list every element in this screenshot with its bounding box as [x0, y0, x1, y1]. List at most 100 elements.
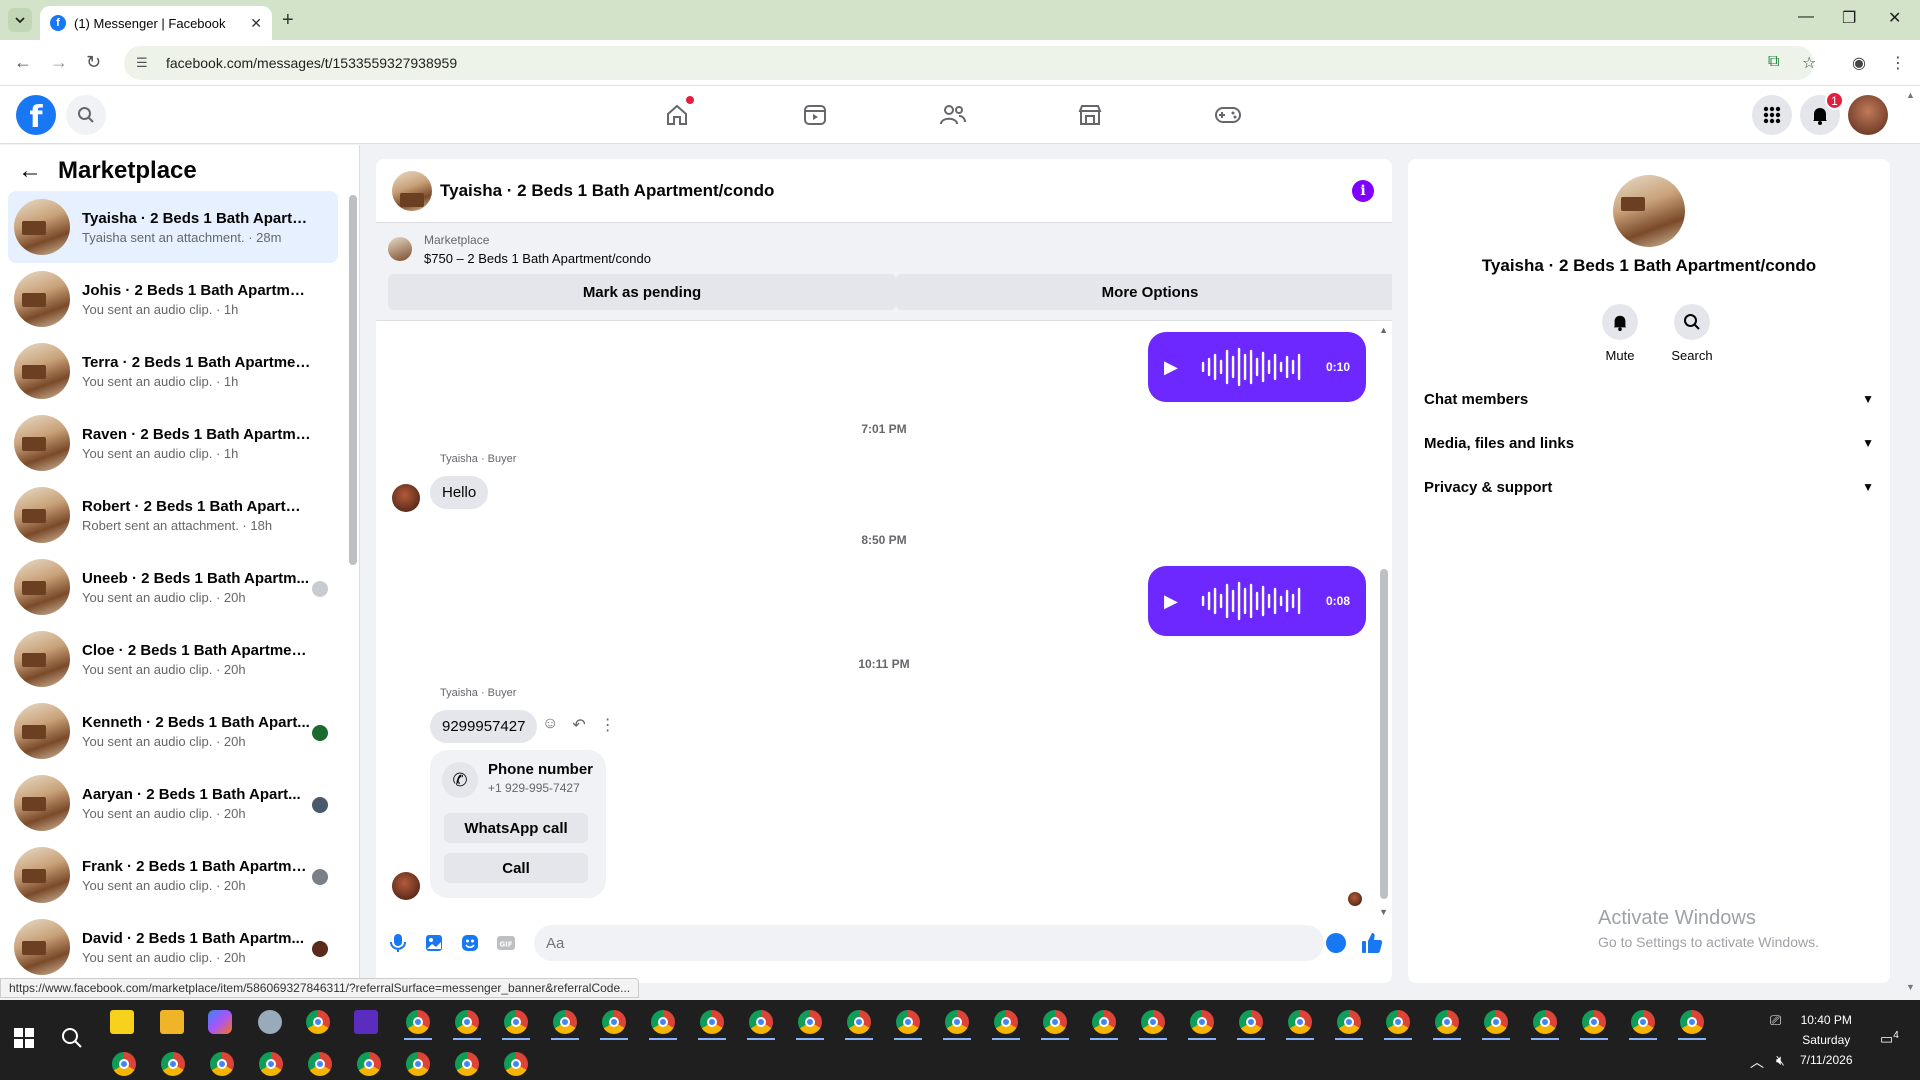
page-scroll-up-icon[interactable]: ▲ [1906, 90, 1916, 100]
scroll-up-arrow-icon[interactable]: ▲ [1379, 325, 1388, 335]
mark-as-pending-button[interactable]: Mark as pending [388, 274, 896, 310]
message-input[interactable] [534, 925, 1324, 961]
listing-thumbnail[interactable] [388, 237, 412, 261]
site-settings-icon[interactable]: ☰ [136, 55, 152, 71]
chrome-window-icon[interactable] [847, 1010, 871, 1034]
chrome-window-icon[interactable] [553, 1010, 577, 1034]
info-avatar[interactable] [1613, 175, 1685, 247]
windows-start-icon[interactable] [14, 1028, 34, 1048]
forward-icon[interactable]: → [50, 52, 68, 73]
chrome-icon[interactable] [306, 1010, 330, 1034]
sidebar-scrollbar[interactable] [349, 195, 357, 565]
notifications-button[interactable]: 1 [1800, 91, 1844, 135]
conversation-item[interactable]: Johis · 2 Beds 1 Bath Apartment/... You s… [8, 263, 338, 335]
chrome-window-icon[interactable] [1680, 1010, 1704, 1034]
call-button[interactable]: Call [444, 853, 588, 883]
nav-friends-button[interactable] [936, 98, 970, 132]
gif-button[interactable]: GIF [494, 931, 518, 955]
profile-icon[interactable]: ◉ [1852, 53, 1866, 73]
browser-menu-icon[interactable]: ⋮ [1890, 53, 1906, 73]
nav-gaming-button[interactable] [1211, 98, 1245, 132]
app-icon[interactable] [258, 1010, 282, 1034]
app-icon[interactable] [354, 1010, 378, 1034]
chrome-window-icon[interactable] [504, 1010, 528, 1034]
conversation-info-icon[interactable]: i [1352, 180, 1374, 202]
chrome-window-icon[interactable] [210, 1052, 234, 1076]
minimize-window-icon[interactable]: — [1798, 8, 1814, 26]
facebook-search-button[interactable] [66, 95, 106, 135]
more-actions-icon[interactable]: ⋮ [600, 715, 616, 735]
sticker-button[interactable] [458, 931, 482, 955]
network-icon[interactable]: ⎚ [1770, 1012, 1781, 1029]
chrome-window-icon[interactable] [798, 1010, 822, 1034]
notification-center-icon[interactable]: ▭4 [1880, 1030, 1899, 1048]
conversation-item[interactable]: David · 2 Beds 1 Bath Apartm... You sent … [8, 911, 338, 983]
taskbar-clock[interactable]: 10:40 PM Saturday 7/11/2026 [1800, 1010, 1853, 1070]
chrome-window-icon[interactable] [1239, 1010, 1263, 1034]
chrome-window-icon[interactable] [1190, 1010, 1214, 1034]
sticky-notes-icon[interactable] [110, 1010, 134, 1034]
chrome-window-icon[interactable] [1582, 1010, 1606, 1034]
chat-members-section[interactable]: Chat members ▼ [1424, 381, 1874, 417]
chat-title[interactable]: Tyaisha · 2 Beds 1 Bath Apartment/condo [440, 181, 774, 201]
chrome-window-icon[interactable] [112, 1052, 136, 1076]
chrome-window-icon[interactable] [1386, 1010, 1410, 1034]
tab-search-dropdown[interactable] [8, 8, 32, 32]
audio-message[interactable]: ▶ 0:10 [1148, 332, 1366, 402]
back-icon[interactable]: ← [14, 52, 32, 73]
install-app-icon[interactable]: ⧉ [1768, 53, 1779, 71]
chrome-window-icon[interactable] [1533, 1010, 1557, 1034]
conversation-item[interactable]: Aaryan · 2 Beds 1 Bath Apart... You sent … [8, 767, 338, 839]
chat-avatar[interactable] [392, 170, 432, 211]
media-files-links-section[interactable]: Media, files and links ▼ [1424, 425, 1874, 461]
chrome-window-icon[interactable] [700, 1010, 724, 1034]
bookmark-star-icon[interactable]: ☆ [1802, 53, 1816, 73]
reload-icon[interactable]: ↻ [86, 52, 101, 73]
chrome-window-icon[interactable] [1337, 1010, 1361, 1034]
conversation-item[interactable]: Tyaisha · 2 Beds 1 Bath Apartme... Tyaish… [8, 191, 338, 263]
chrome-window-icon[interactable] [896, 1010, 920, 1034]
browser-tab-messenger[interactable]: f (1) Messenger | Facebook ✕ [40, 6, 272, 40]
page-scroll-down-icon[interactable]: ▼ [1906, 982, 1916, 992]
nav-marketplace-button[interactable] [1073, 98, 1107, 132]
chrome-window-icon[interactable] [357, 1052, 381, 1076]
nav-home-button[interactable] [660, 96, 694, 132]
mute-button[interactable]: Mute [1590, 304, 1650, 363]
tray-chevron-up-icon[interactable]: ︿ [1750, 1052, 1764, 1072]
microphone-button[interactable] [386, 931, 410, 955]
chat-scrollbar[interactable] [1380, 569, 1388, 899]
chrome-window-icon[interactable] [1631, 1010, 1655, 1034]
conversation-item[interactable]: Raven · 2 Beds 1 Bath Apartmen... You sen… [8, 407, 338, 479]
menu-button[interactable] [1752, 95, 1792, 135]
chrome-window-icon[interactable] [259, 1052, 283, 1076]
conversation-item[interactable]: Kenneth · 2 Beds 1 Bath Apart... You sent… [8, 695, 338, 767]
message-bubble[interactable]: Hello [430, 476, 489, 509]
chrome-window-icon[interactable] [504, 1052, 528, 1076]
new-tab-button[interactable]: + [282, 9, 294, 32]
chrome-window-icon[interactable] [455, 1052, 479, 1076]
speaker-muted-icon[interactable]: 🔇︎ [1776, 1052, 1785, 1069]
chrome-window-icon[interactable] [406, 1052, 430, 1076]
chrome-window-icon[interactable] [1092, 1010, 1116, 1034]
chrome-window-icon[interactable] [994, 1010, 1018, 1034]
close-window-icon[interactable]: ✕ [1888, 8, 1901, 28]
conversation-item[interactable]: Terra · 2 Beds 1 Bath Apartment/... You s… [8, 335, 338, 407]
chrome-window-icon[interactable] [1484, 1010, 1508, 1034]
emoji-picker-icon[interactable] [1326, 933, 1346, 953]
chrome-window-icon[interactable] [1043, 1010, 1067, 1034]
address-bar[interactable]: ☰ facebook.com/messages/t/15335593279389… [124, 46, 1814, 80]
chrome-window-icon[interactable] [749, 1010, 773, 1034]
buyer-avatar[interactable] [392, 484, 420, 512]
chrome-window-icon[interactable] [161, 1052, 185, 1076]
attach-image-button[interactable] [422, 931, 446, 955]
message-bubble[interactable]: 9299957427 [430, 710, 538, 743]
chrome-window-icon[interactable] [651, 1010, 675, 1034]
chrome-window-icon[interactable] [1288, 1010, 1312, 1034]
chrome-window-icon[interactable] [945, 1010, 969, 1034]
play-icon[interactable]: ▶ [1164, 357, 1178, 378]
back-arrow-icon[interactable]: ← [18, 157, 42, 185]
chrome-window-icon[interactable] [602, 1010, 626, 1034]
conversation-item[interactable]: Frank · 2 Beds 1 Bath Apartme... You sent… [8, 839, 338, 911]
reply-icon[interactable]: ↶ [572, 715, 585, 735]
buyer-avatar[interactable] [392, 872, 420, 900]
